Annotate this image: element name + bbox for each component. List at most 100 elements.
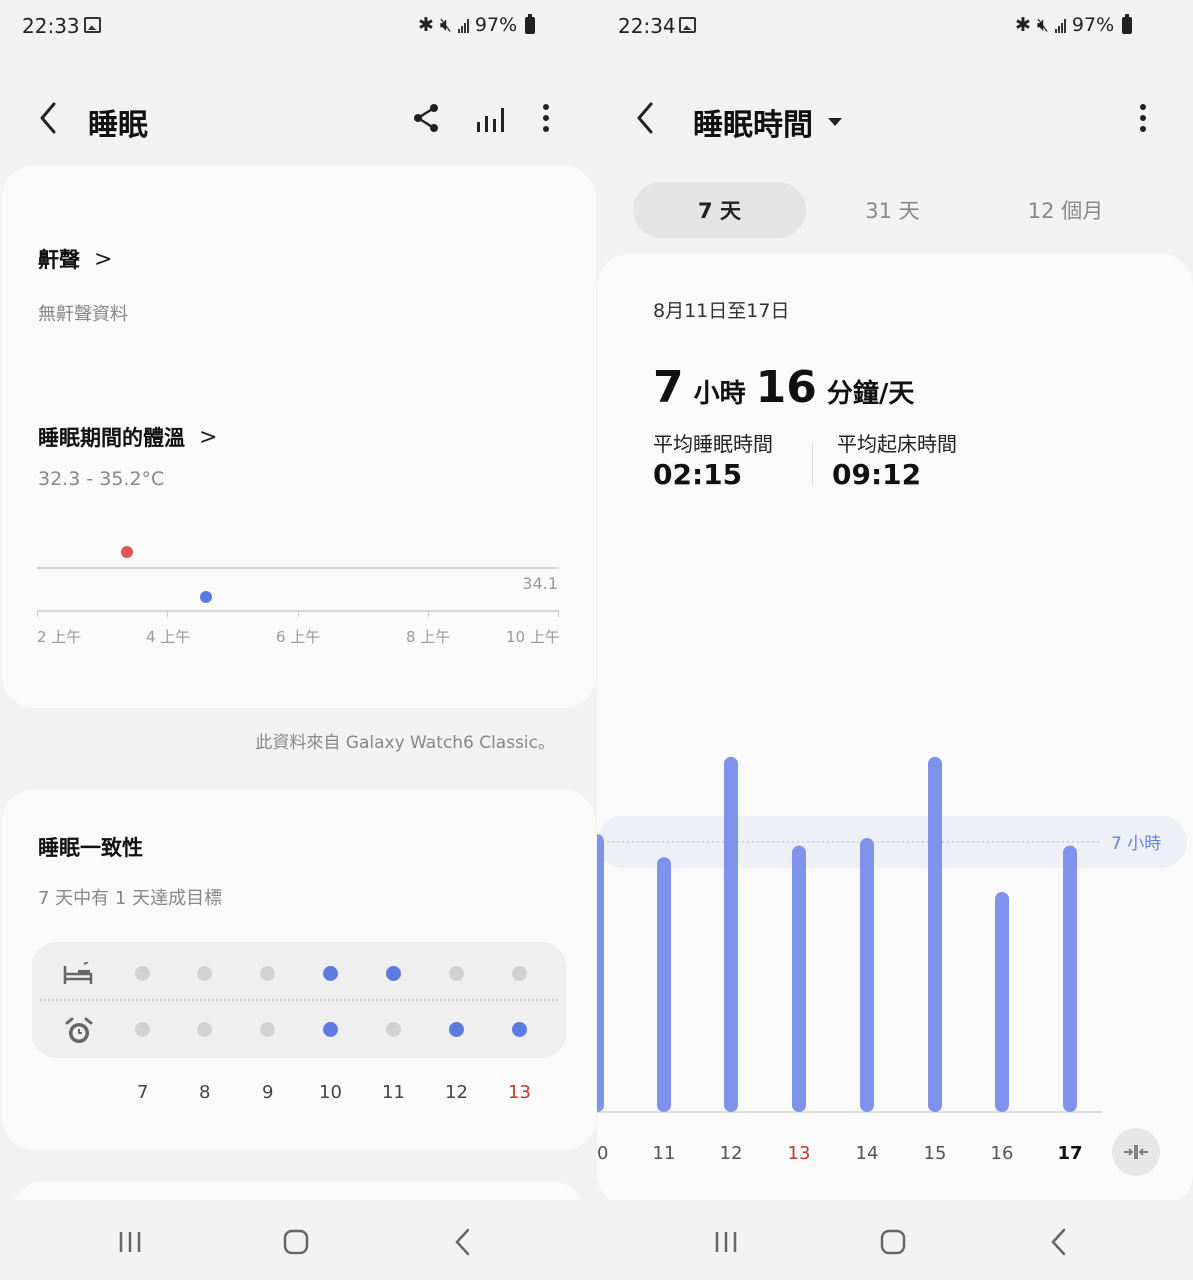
sleep-bar: [657, 857, 671, 1112]
summary-divider: [812, 442, 813, 486]
system-back-button[interactable]: [1040, 1222, 1080, 1262]
snore-value: 無鼾聲資料: [38, 304, 128, 325]
chevron-right-icon: >: [94, 246, 113, 272]
goal-label: 7 小時: [1111, 834, 1161, 854]
tick-label: 4 上午: [146, 628, 191, 646]
data-source-note: 此資料來自 Galaxy Watch6 Classic。: [255, 733, 555, 753]
recent-apps-button[interactable]: [110, 1222, 150, 1262]
metric-dropdown[interactable]: 睡眠時間: [693, 100, 843, 144]
average-hours: 7: [653, 362, 684, 413]
x-tick-label: 14: [856, 1143, 879, 1164]
status-time: 22:34: [618, 14, 676, 38]
bedtime-dot: [260, 966, 275, 981]
avg-wake-value: 09:12: [832, 458, 922, 491]
grid-divider: [40, 999, 558, 1001]
avg-bedtime-label: 平均睡眠時間: [653, 432, 773, 456]
reference-line: [37, 567, 559, 569]
x-tick-label: 12: [720, 1143, 743, 1164]
navigation-bar: [0, 1200, 597, 1280]
tab-31-days[interactable]: 31 天: [806, 182, 979, 238]
wake-dot: [449, 1022, 464, 1037]
home-button[interactable]: [873, 1222, 913, 1262]
tick-label: 8 上午: [406, 628, 451, 646]
gallery-notification-icon: [84, 17, 101, 33]
bed-icon: [62, 961, 94, 986]
consistency-title: 睡眠一致性: [38, 832, 143, 862]
battery-percent: 97%: [1071, 14, 1115, 36]
day-label: 7: [137, 1082, 149, 1103]
mute-icon: 🔇︎: [1036, 14, 1049, 36]
sleep-bar: [1063, 845, 1077, 1112]
status-time: 22:33: [22, 14, 80, 38]
bluetooth-icon: ✱: [1015, 14, 1031, 36]
system-back-icon: [1051, 1228, 1066, 1256]
battery-icon: [525, 13, 536, 34]
x-tick-label: 13: [788, 1143, 811, 1164]
sleep-consistency-card[interactable]: 睡眠一致性 7 天中有 1 天達成目標 7 8 9 10 11 12 13: [2, 790, 596, 1150]
more-options-icon[interactable]: [528, 100, 564, 136]
back-button[interactable]: [631, 98, 661, 138]
left-screen: 22:33 ✱ 🔇︎ 97% 睡眠 鼾聲 > 無鼾聲資料 睡眠期間的體溫 > 3…: [0, 0, 597, 1280]
temperature-title-link[interactable]: 睡眠期間的體溫 >: [38, 422, 217, 452]
bluetooth-icon: ✱: [418, 14, 434, 36]
wake-dot: [323, 1022, 338, 1037]
avg-wake-label: 平均起床時間: [837, 432, 957, 456]
snore-title: 鼾聲: [38, 248, 80, 272]
x-tick-label: 10: [597, 1143, 608, 1164]
tick-label: 6 上午: [276, 628, 321, 646]
sleep-bar: [928, 756, 942, 1112]
collapse-arrows-icon: [1124, 1145, 1148, 1159]
date-range: 8月11日至17日: [653, 300, 790, 322]
consistency-title-text: 睡眠一致性: [38, 836, 143, 860]
x-tick-label: 16: [991, 1143, 1014, 1164]
axis-tick: [37, 610, 38, 617]
chevron-right-icon: >: [199, 424, 218, 450]
axis-tick: [558, 610, 559, 617]
wake-dot: [135, 1022, 150, 1037]
snore-title-link[interactable]: 鼾聲 >: [38, 244, 112, 274]
battery-percent: 97%: [474, 14, 518, 36]
day-label: 12: [445, 1082, 468, 1103]
back-arrow-icon: [637, 102, 653, 134]
sleep-bar: [860, 837, 874, 1112]
day-label: 10: [319, 1082, 342, 1103]
mute-icon: 🔇︎: [439, 14, 452, 36]
share-icon[interactable]: [408, 100, 444, 136]
x-tick-label: 17: [1057, 1143, 1082, 1164]
expand-chart-button[interactable]: [1112, 1128, 1160, 1176]
reference-value: 34.1: [522, 574, 558, 593]
temperature-low-point: [200, 591, 212, 603]
x-tick-label: 11: [653, 1143, 676, 1164]
dropdown-arrow-icon: [828, 118, 842, 126]
home-button[interactable]: [276, 1222, 316, 1262]
system-back-icon: [455, 1228, 470, 1256]
more-options-icon[interactable]: [1125, 100, 1161, 136]
sleep-duration-chart: 7 小時 10 11 12 13 14 15 16 17: [597, 756, 1187, 1164]
page-title: 睡眠: [88, 108, 148, 143]
average-minutes: 16: [755, 362, 817, 413]
home-icon: [880, 1229, 906, 1255]
recent-apps-button[interactable]: [706, 1222, 746, 1262]
alarm-clock-icon: [64, 1016, 94, 1046]
snore-temperature-card: 鼾聲 > 無鼾聲資料 睡眠期間的體溫 > 32.3 - 35.2°C 34.1 …: [2, 166, 596, 708]
temperature-range: 32.3 - 35.2°C: [38, 468, 165, 490]
sleep-bar: [792, 845, 806, 1112]
bedtime-dot: [197, 966, 212, 981]
tab-12-months[interactable]: 12 個月: [979, 182, 1152, 238]
system-back-button[interactable]: [444, 1222, 484, 1262]
status-icons: ✱ 🔇︎ 97%: [1015, 13, 1133, 36]
recent-apps-icon: [119, 1232, 141, 1252]
back-arrow-icon: [40, 102, 56, 134]
status-bar: 22:34 ✱ 🔇︎ 97%: [597, 0, 1193, 56]
trends-icon[interactable]: [472, 100, 508, 136]
wake-dot: [197, 1022, 212, 1037]
tab-7-days[interactable]: 7 天: [633, 182, 806, 238]
signal-icon: [1054, 18, 1066, 33]
home-icon: [283, 1229, 309, 1255]
day-label: 9: [262, 1082, 274, 1103]
sleep-bar: [724, 756, 738, 1112]
axis-tick: [428, 610, 429, 617]
consistency-grid: [32, 942, 566, 1058]
gallery-notification-icon: [679, 17, 696, 33]
back-button[interactable]: [34, 98, 64, 138]
